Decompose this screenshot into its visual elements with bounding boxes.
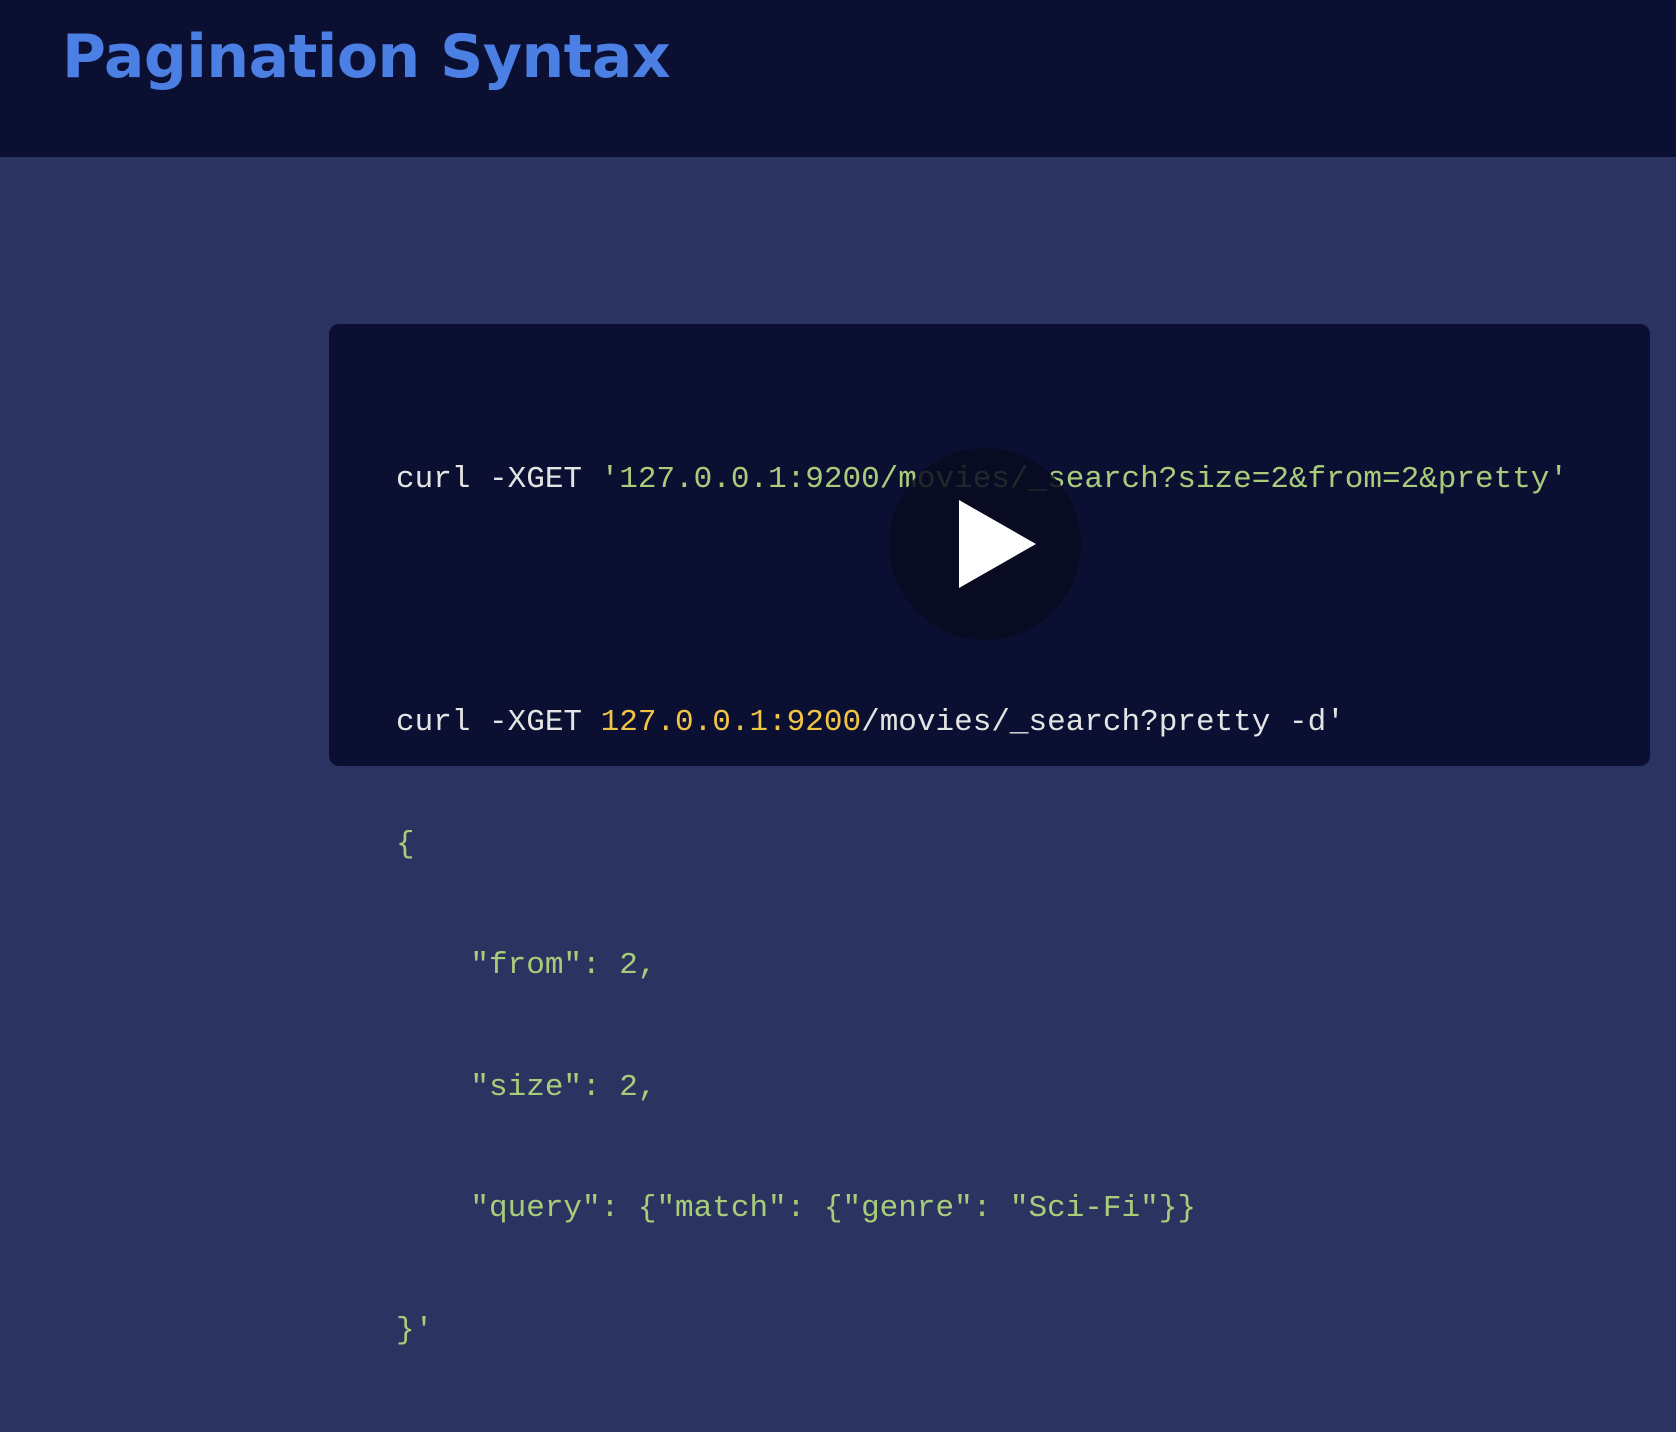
code-line-6: "size": 2, [396, 1069, 657, 1105]
code-command: curl -XGET [396, 462, 601, 497]
code-line-5: "from": 2, [396, 948, 657, 983]
code-line-3: curl -XGET 127.0.0.1:9200/movies/_search… [396, 703, 1568, 744]
play-button[interactable] [889, 448, 1081, 640]
code-url: '127.0.0.1:9200/movies/_search?size=2&fr… [600, 462, 1568, 497]
code-line-8: }' [396, 1312, 434, 1348]
code-path: /movies/_search?pretty -d' [861, 705, 1345, 740]
code-line-4: { [396, 826, 415, 862]
play-icon [959, 500, 1036, 588]
code-command: curl -XGET [396, 705, 601, 740]
page-title: Pagination Syntax [62, 22, 671, 92]
header: Pagination Syntax [0, 0, 1676, 157]
code-line-7: "query": {"match": {"genre": "Sci-Fi"}} [396, 1191, 1196, 1226]
code-host: 127.0.0.1:9200 [600, 705, 862, 740]
